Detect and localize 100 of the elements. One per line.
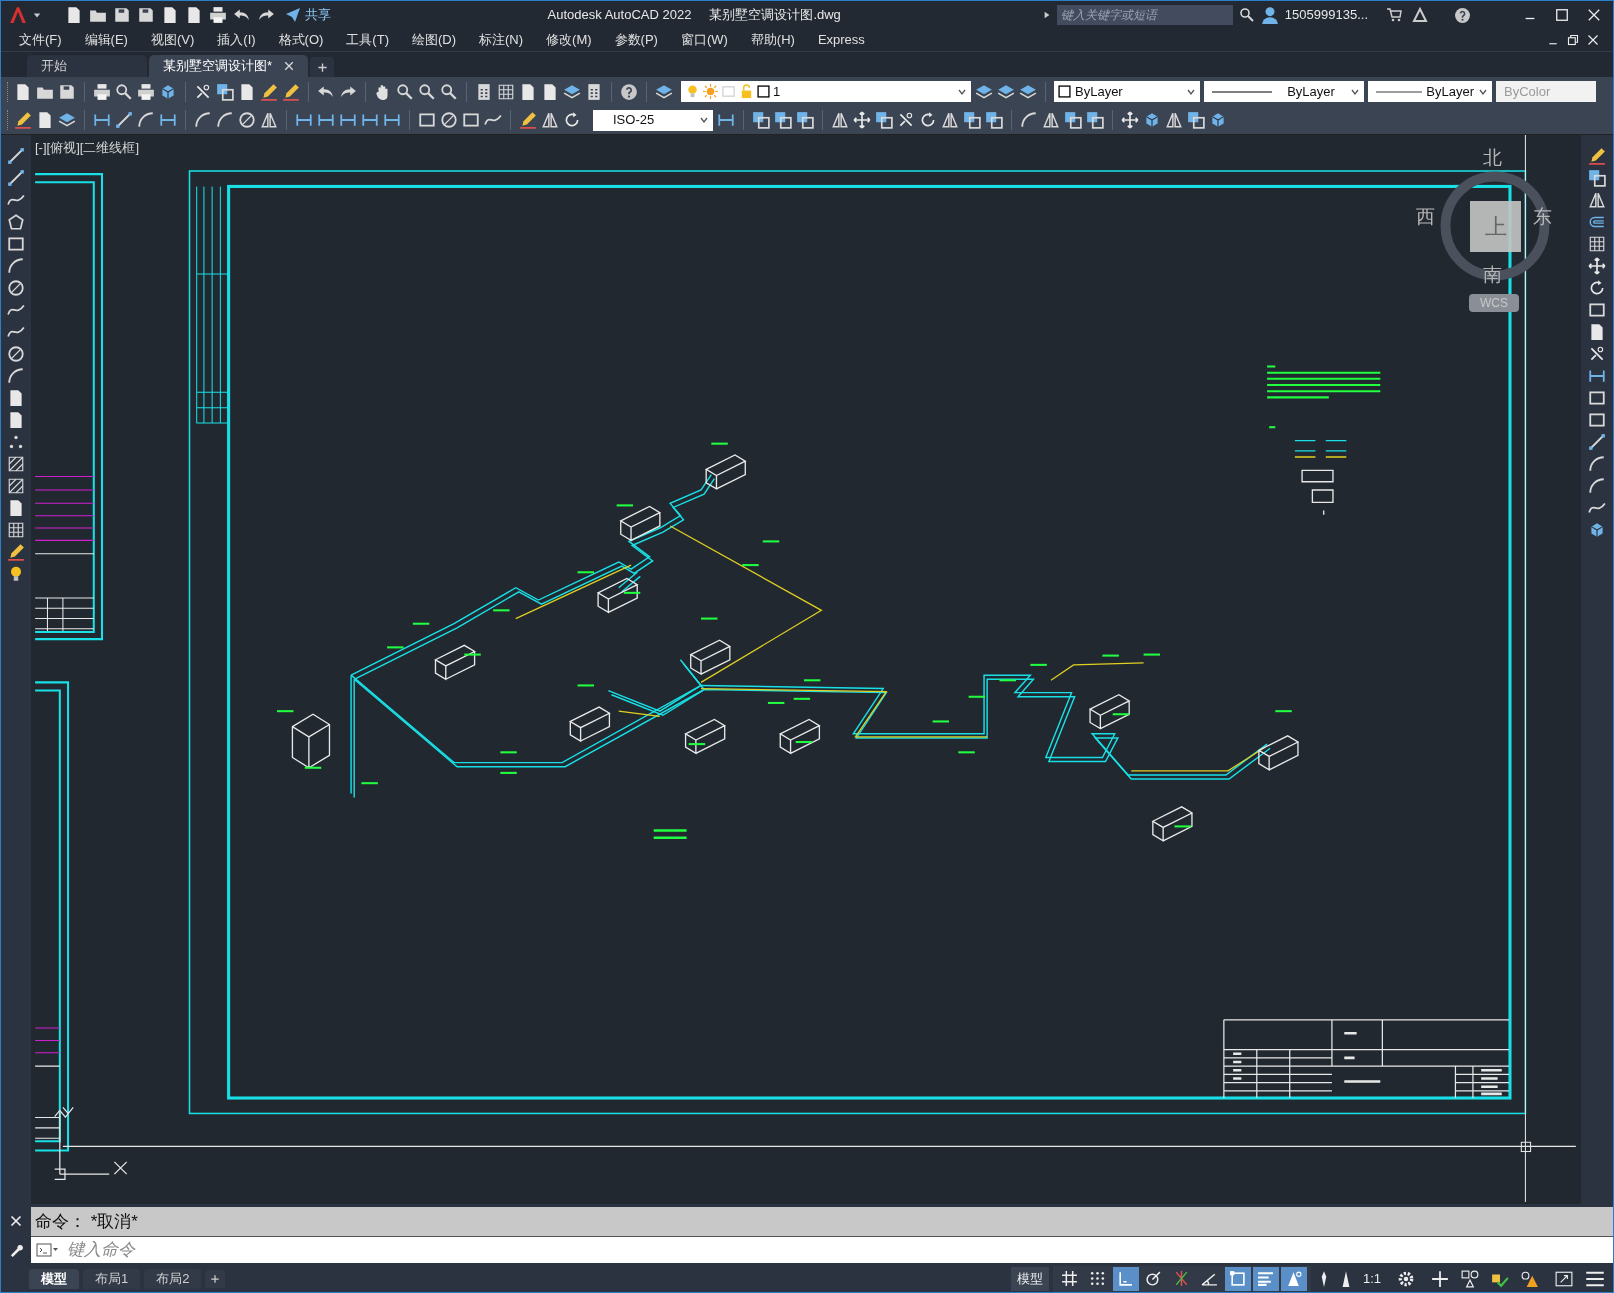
line-tool-icon[interactable] bbox=[115, 111, 133, 129]
mirror-icon[interactable] bbox=[260, 111, 278, 129]
copy-icon[interactable] bbox=[875, 111, 893, 129]
pencil-icon[interactable] bbox=[14, 111, 32, 129]
menu-item[interactable]: 工具(T) bbox=[338, 30, 397, 50]
compass-north-label[interactable]: 北 bbox=[1483, 144, 1502, 173]
lineweight-dropdown[interactable]: ByLayer bbox=[1368, 81, 1492, 102]
dimension-icon[interactable] bbox=[317, 111, 335, 129]
rotate-icon[interactable] bbox=[1588, 279, 1606, 297]
printer-icon[interactable] bbox=[209, 6, 227, 24]
object-snap-toggle[interactable] bbox=[1224, 1266, 1251, 1291]
move-icon[interactable] bbox=[853, 111, 871, 129]
rectangle-tool-icon[interactable] bbox=[1588, 389, 1606, 407]
hatch-icon[interactable] bbox=[7, 455, 25, 473]
mirror-icon[interactable] bbox=[1588, 191, 1606, 209]
calculator-icon[interactable] bbox=[475, 82, 493, 101]
menu-item[interactable]: 标注(N) bbox=[471, 30, 532, 50]
mirror-icon[interactable] bbox=[831, 111, 849, 129]
dimension-icon[interactable] bbox=[1588, 367, 1606, 385]
rectangle-tool-icon[interactable] bbox=[1588, 301, 1606, 319]
pencil-icon[interactable] bbox=[7, 543, 25, 561]
user-icon[interactable] bbox=[1260, 6, 1279, 24]
printer-icon[interactable] bbox=[93, 82, 111, 101]
compass-west-label[interactable]: 西 bbox=[1416, 203, 1435, 232]
restore-icon[interactable] bbox=[1567, 34, 1579, 46]
shapes-icon[interactable] bbox=[1461, 1269, 1479, 1288]
rotate-icon[interactable] bbox=[919, 111, 937, 129]
pencil-icon[interactable] bbox=[519, 111, 537, 129]
color-dropdown[interactable]: ByLayer bbox=[1054, 81, 1200, 102]
arc-tool-icon[interactable] bbox=[1588, 455, 1606, 473]
network-icon[interactable] bbox=[1412, 7, 1428, 23]
move-icon[interactable] bbox=[1121, 111, 1139, 129]
close-icon[interactable] bbox=[10, 1214, 22, 1227]
mirror-icon[interactable] bbox=[1042, 111, 1060, 129]
document-icon[interactable] bbox=[1588, 323, 1606, 341]
zoom-icon[interactable] bbox=[1238, 7, 1255, 23]
copy-icon[interactable] bbox=[963, 111, 981, 129]
save-icon[interactable] bbox=[113, 6, 131, 24]
dimension-icon[interactable] bbox=[361, 111, 379, 129]
dimension-icon[interactable] bbox=[339, 111, 357, 129]
plus-icon[interactable] bbox=[1431, 1269, 1449, 1288]
new-layout-button[interactable] bbox=[205, 1269, 226, 1288]
document-icon[interactable] bbox=[14, 82, 32, 101]
search-field[interactable]: 键入关键字或短语 bbox=[1056, 5, 1233, 25]
help-icon[interactable] bbox=[620, 82, 638, 101]
rectangle-tool-icon[interactable] bbox=[462, 111, 480, 129]
copy-icon[interactable] bbox=[1187, 111, 1205, 129]
zoom-icon[interactable] bbox=[115, 82, 133, 101]
document-icon[interactable] bbox=[7, 411, 25, 429]
menu-item[interactable]: 修改(M) bbox=[538, 30, 600, 50]
caret-icon[interactable] bbox=[33, 11, 41, 19]
expand-arrow-icon[interactable] bbox=[1042, 11, 1051, 19]
dimension-icon[interactable] bbox=[383, 111, 401, 129]
circle-tool-icon[interactable] bbox=[7, 279, 25, 297]
compass-south-label[interactable]: 南 bbox=[1483, 261, 1502, 290]
document-icon[interactable] bbox=[161, 6, 179, 24]
arc-tool-icon[interactable] bbox=[137, 111, 155, 129]
rectangle-tool-icon[interactable] bbox=[7, 235, 25, 253]
lineweight-toggle[interactable] bbox=[1252, 1266, 1279, 1291]
linetype-dropdown[interactable]: ByLayer bbox=[1204, 81, 1364, 102]
zoom-icon[interactable] bbox=[418, 82, 436, 101]
mirror-icon[interactable] bbox=[541, 111, 559, 129]
scissors-icon[interactable] bbox=[1588, 345, 1606, 363]
arc-tool-icon[interactable] bbox=[7, 367, 25, 385]
app-logo-icon[interactable] bbox=[9, 6, 27, 24]
close-icon[interactable] bbox=[284, 61, 295, 71]
ortho-toggle[interactable] bbox=[1112, 1266, 1139, 1291]
copy-icon[interactable] bbox=[216, 82, 234, 101]
scissors-icon[interactable] bbox=[194, 82, 212, 101]
save-icon[interactable] bbox=[137, 6, 155, 24]
document-icon[interactable] bbox=[541, 82, 559, 101]
copy-icon[interactable] bbox=[796, 111, 814, 129]
menu-item[interactable]: 帮助(H) bbox=[742, 30, 803, 50]
document-icon[interactable] bbox=[65, 6, 83, 24]
share-button[interactable]: 共享 bbox=[285, 5, 331, 25]
copy-icon[interactable] bbox=[1588, 169, 1606, 187]
annotation-scale-button[interactable]: 1:1 bbox=[1358, 1268, 1385, 1289]
terminal-icon[interactable] bbox=[35, 1243, 59, 1257]
circle-tool-icon[interactable] bbox=[7, 345, 25, 363]
warning-icon[interactable] bbox=[1521, 1269, 1539, 1288]
save-icon[interactable] bbox=[58, 82, 76, 101]
menu-item[interactable]: 窗口(W) bbox=[672, 30, 736, 50]
maximize-icon[interactable] bbox=[1555, 8, 1569, 22]
zoom-icon[interactable] bbox=[440, 82, 458, 101]
mirror-icon[interactable] bbox=[941, 111, 959, 129]
cube-icon[interactable] bbox=[1588, 521, 1606, 539]
document-icon[interactable] bbox=[519, 82, 537, 101]
scissors-icon[interactable] bbox=[897, 111, 915, 129]
grid-icon[interactable] bbox=[497, 82, 515, 101]
close-icon[interactable] bbox=[1587, 34, 1599, 46]
gear-icon[interactable] bbox=[1397, 1269, 1415, 1288]
arc-tool-icon[interactable] bbox=[1020, 111, 1038, 129]
rectangle-tool-icon[interactable] bbox=[418, 111, 436, 129]
pencil-icon[interactable] bbox=[282, 82, 300, 101]
annotation-toggle[interactable] bbox=[1280, 1266, 1307, 1291]
arc-tool-icon[interactable] bbox=[7, 257, 25, 275]
layout-tab[interactable]: 布局1 bbox=[83, 1268, 141, 1289]
rectangle-tool-icon[interactable] bbox=[1588, 411, 1606, 429]
close-icon[interactable] bbox=[1587, 8, 1601, 22]
cart-icon[interactable] bbox=[1386, 7, 1402, 23]
